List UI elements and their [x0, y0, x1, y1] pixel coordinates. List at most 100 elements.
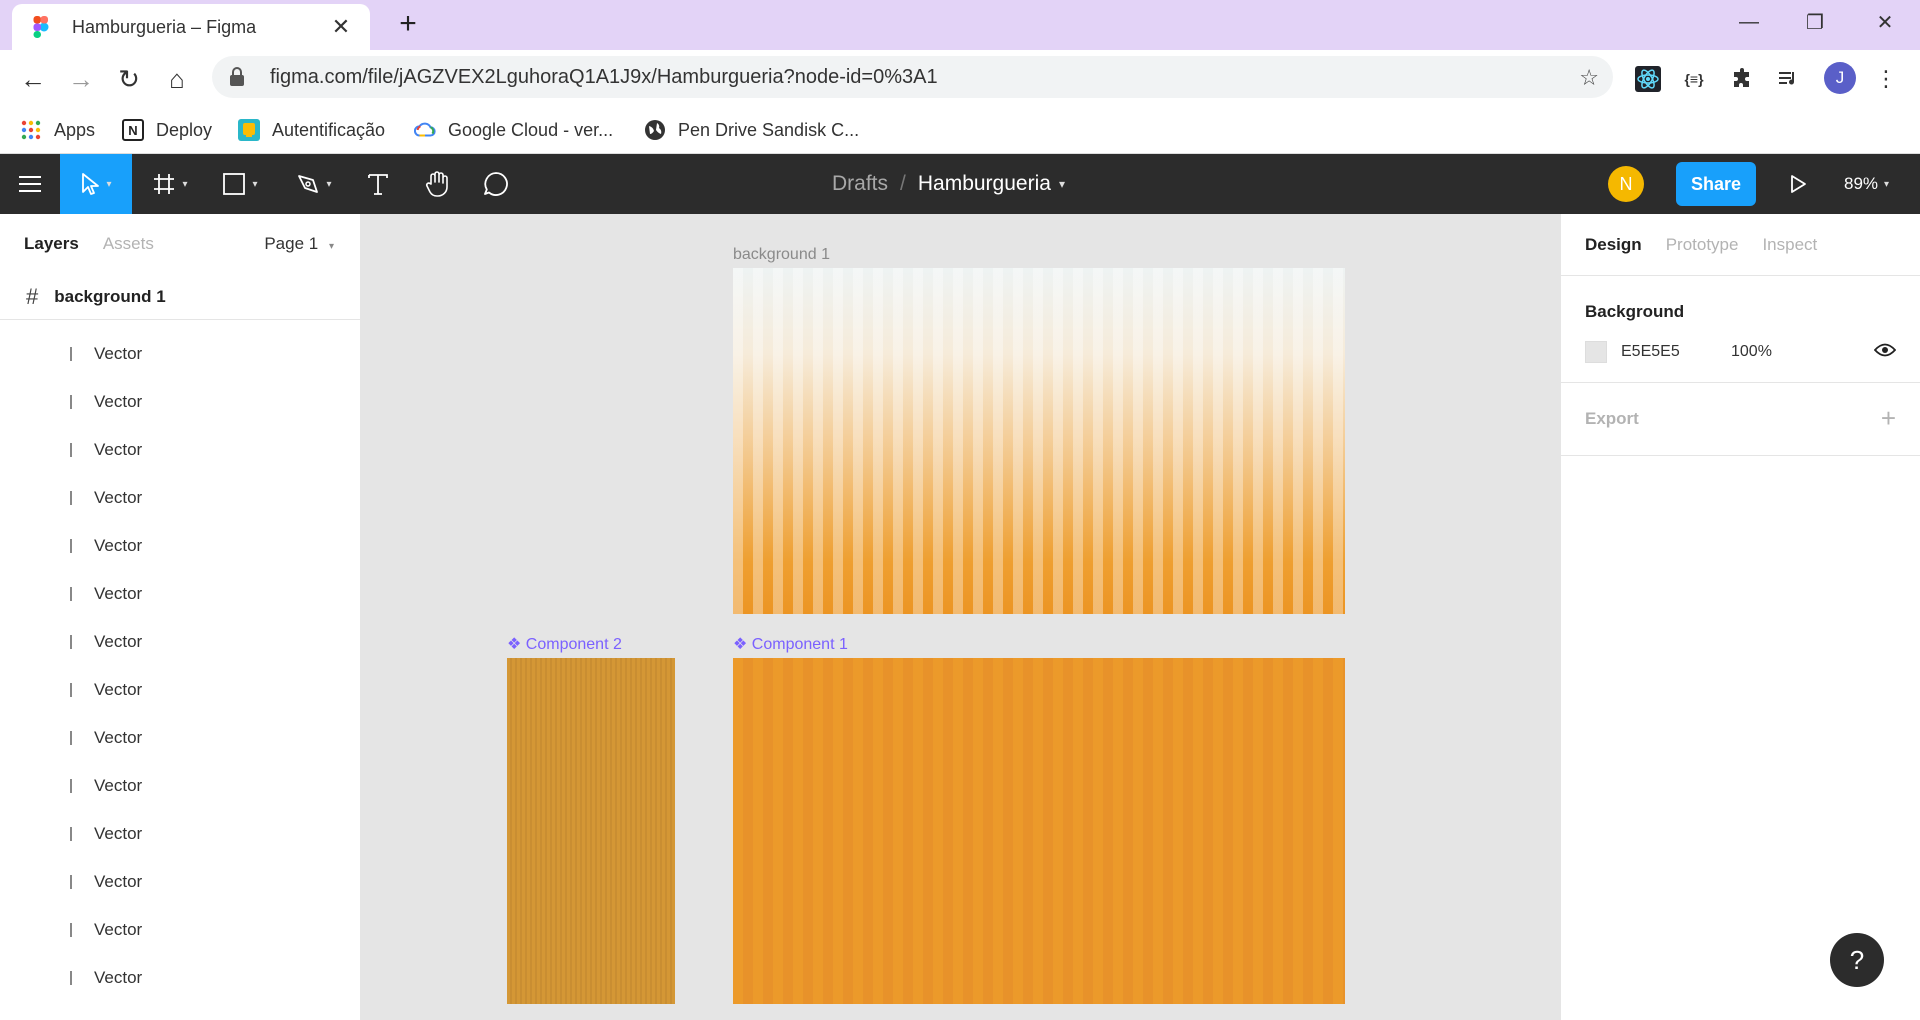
bookmark-apps[interactable]: Apps	[20, 116, 95, 144]
frame-tool-button[interactable]: ▾	[140, 154, 200, 214]
vector-layer-icon	[70, 395, 72, 409]
component-2[interactable]	[507, 658, 675, 1004]
layer-name: Vector	[94, 584, 143, 603]
tab-design[interactable]: Design	[1585, 235, 1642, 255]
tab-prototype[interactable]: Prototype	[1666, 235, 1739, 255]
comment-bubble-icon	[484, 172, 508, 196]
layer-row-vector[interactable]: Vector	[0, 522, 360, 570]
background-title: Background	[1585, 302, 1685, 321]
window-minimize-icon[interactable]: —	[1720, 6, 1778, 38]
chevron-down-icon: ▾	[106, 178, 112, 190]
new-tab-plus-icon[interactable]: +	[392, 9, 424, 41]
layer-row-vector[interactable]: Vector	[0, 426, 360, 474]
layer-name: Vector	[94, 824, 143, 843]
page-selector[interactable]: Page 1 ▾	[264, 234, 334, 254]
rectangle-icon	[223, 173, 246, 195]
bookmark-star-icon[interactable]: ☆	[1579, 65, 1599, 91]
chevron-down-icon: ▾	[328, 241, 334, 252]
add-export-plus-icon[interactable]: +	[1881, 403, 1896, 434]
layer-row-vector[interactable]: Vector	[0, 570, 360, 618]
layer-row-vector[interactable]: Vector	[0, 666, 360, 714]
bookmark-deploy[interactable]: N Deploy	[122, 116, 212, 144]
pen-tool-button[interactable]: ▾	[284, 154, 344, 214]
bookmark-google-cloud[interactable]: Google Cloud - ver...	[414, 116, 613, 144]
keep-icon	[238, 119, 260, 141]
file-name[interactable]: Hamburgueria	[918, 172, 1051, 196]
reload-icon[interactable]: ↻	[112, 62, 146, 96]
tab-close-icon[interactable]: ✕	[328, 14, 354, 40]
export-section: Export +	[1561, 383, 1920, 456]
design-canvas[interactable]: background 1 ❖ Component 2 ❖ Component 1	[361, 214, 1560, 1020]
layer-name: Vector	[94, 872, 143, 891]
frame-hash-icon: #	[26, 283, 39, 309]
layer-row-vector[interactable]: Vector	[0, 330, 360, 378]
home-icon[interactable]: ⌂	[160, 62, 194, 96]
present-play-button[interactable]	[1776, 154, 1820, 214]
layer-name: Vector	[94, 632, 143, 651]
layer-frame-background[interactable]: # background 1	[0, 274, 360, 320]
background-color-swatch[interactable]	[1585, 341, 1607, 363]
window-close-icon[interactable]: ✕	[1856, 6, 1914, 38]
url-text: figma.com/file/jAGZVEX2LguhoraQ1A1J9x/Ha…	[270, 65, 938, 88]
layer-row-vector[interactable]: Vector	[0, 906, 360, 954]
bookmark-label: Deploy	[156, 119, 213, 140]
bookmark-pen-drive[interactable]: Pen Drive Sandisk C...	[644, 116, 859, 144]
shape-tool-button[interactable]: ▾	[210, 154, 270, 214]
visibility-eye-icon[interactable]	[1874, 342, 1896, 358]
chevron-down-icon[interactable]: ▾	[1059, 177, 1065, 191]
crumb-drafts[interactable]: Drafts	[832, 172, 888, 196]
layers-panel: Layers Assets Page 1 ▾ # background 1 Ve…	[0, 214, 361, 1020]
help-button[interactable]: ?	[1830, 933, 1884, 987]
browser-tab[interactable]: Hamburgueria – Figma ✕	[12, 4, 370, 50]
hand-tool-button[interactable]	[414, 154, 462, 214]
vector-layer-icon	[70, 779, 72, 793]
media-control-icon[interactable]	[1772, 63, 1804, 95]
back-arrow-icon[interactable]: ←	[16, 62, 50, 96]
layer-row-vector[interactable]: Vector	[0, 618, 360, 666]
layer-name: Vector	[94, 680, 143, 699]
layer-row-vector[interactable]: Vector	[0, 810, 360, 858]
background-hex-input[interactable]: E5E5E5	[1621, 343, 1731, 361]
share-button[interactable]: Share	[1676, 162, 1756, 206]
window-restore-icon[interactable]: ❐	[1786, 6, 1844, 38]
component-1[interactable]	[733, 658, 1345, 1004]
vector-layer-icon	[70, 923, 72, 937]
layer-row-vector[interactable]: Vector	[0, 378, 360, 426]
tab-layers[interactable]: Layers	[24, 234, 79, 254]
vector-layer-icon	[70, 875, 72, 889]
chevron-down-icon: ▾	[1884, 178, 1890, 190]
json-formatter-extension-icon[interactable]: {≡}	[1678, 63, 1710, 95]
forward-arrow-icon[interactable]: →	[64, 62, 98, 96]
react-devtools-extension-icon[interactable]	[1632, 63, 1664, 95]
layer-row-vector[interactable]: Vector	[0, 714, 360, 762]
extensions-puzzle-icon[interactable]	[1726, 63, 1758, 95]
layer-row-vector[interactable]: Vector	[0, 954, 360, 1002]
component-2-label[interactable]: ❖ Component 2	[507, 634, 622, 654]
layer-name: Vector	[94, 344, 143, 363]
layer-name: Vector	[94, 776, 143, 795]
tab-assets[interactable]: Assets	[103, 234, 154, 254]
background-frame[interactable]	[733, 268, 1345, 614]
comment-tool-button[interactable]	[472, 154, 520, 214]
text-tool-button[interactable]	[354, 154, 402, 214]
address-bar[interactable]: figma.com/file/jAGZVEX2LguhoraQ1A1J9x/Ha…	[212, 56, 1613, 98]
frame-label[interactable]: background 1	[733, 246, 830, 264]
background-opacity-input[interactable]: 100%	[1731, 343, 1772, 361]
bookmark-autentificacao[interactable]: Autentificação	[238, 116, 385, 144]
move-tool-button[interactable]: ▾	[60, 154, 132, 214]
vector-layer-icon	[70, 539, 72, 553]
globe-icon	[644, 119, 666, 141]
layer-row-vector[interactable]: Vector	[0, 762, 360, 810]
user-avatar[interactable]: N	[1608, 166, 1644, 202]
layer-name: Vector	[94, 920, 143, 939]
browser-menu-kebab-icon[interactable]: ⋮	[1870, 63, 1902, 95]
vector-layer-icon	[70, 635, 72, 649]
browser-profile-avatar[interactable]: J	[1824, 62, 1856, 94]
component-1-label[interactable]: ❖ Component 1	[733, 634, 848, 654]
layer-row-vector[interactable]: Vector	[0, 474, 360, 522]
main-menu-hamburger-icon[interactable]	[0, 154, 60, 214]
pen-icon	[298, 175, 319, 193]
layer-row-vector[interactable]: Vector	[0, 858, 360, 906]
zoom-dropdown[interactable]: 89% ▾	[1844, 154, 1889, 214]
tab-inspect[interactable]: Inspect	[1762, 235, 1817, 255]
